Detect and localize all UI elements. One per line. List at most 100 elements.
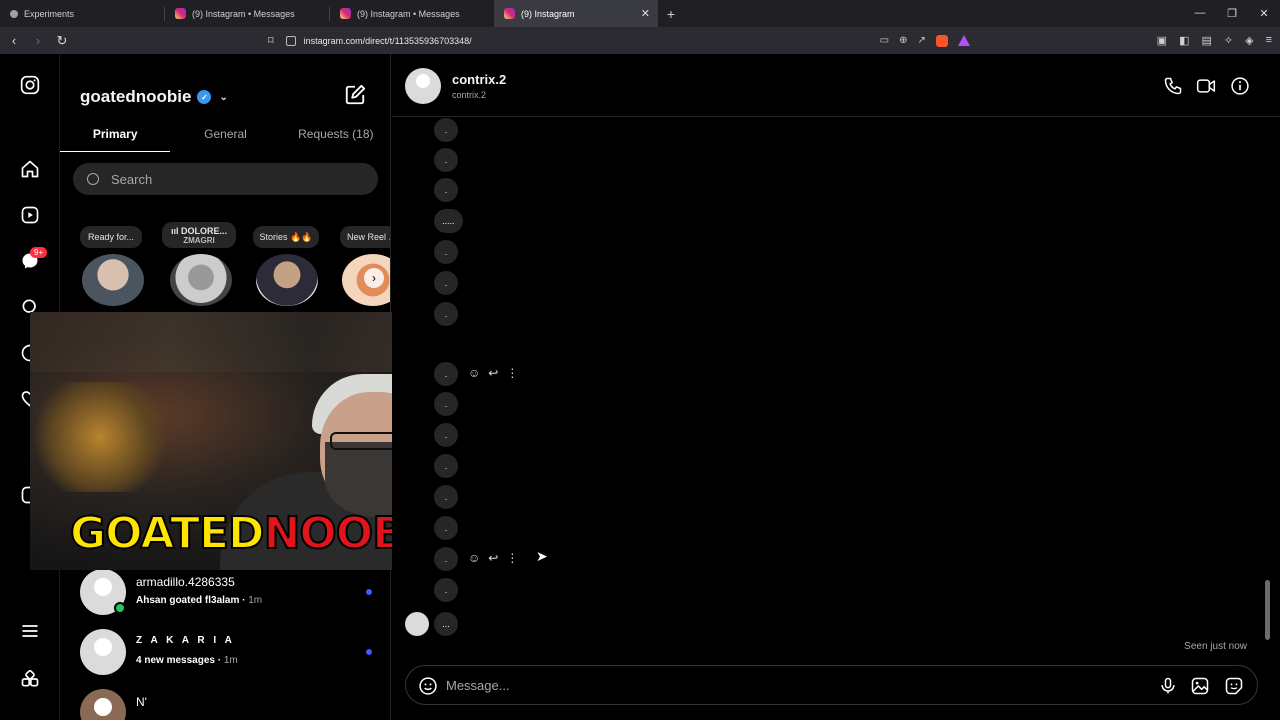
- avatar: [80, 629, 126, 675]
- browser-tab-bar: Experiments (9) Instagram • Messages (9)…: [0, 0, 1280, 27]
- message-bubble[interactable]: .: [434, 392, 458, 416]
- more-options-icon[interactable]: ⋮: [506, 366, 518, 380]
- message-bubble[interactable]: .: [434, 362, 458, 386]
- emoji-picker-icon[interactable]: [418, 676, 438, 696]
- reels-icon[interactable]: [19, 204, 41, 226]
- react-emoji-icon[interactable]: ☺: [468, 551, 480, 565]
- instagram-logo-icon[interactable]: [19, 74, 41, 96]
- reload-icon[interactable]: ↻: [52, 33, 72, 49]
- home-icon[interactable]: [19, 158, 41, 180]
- note-bubble[interactable]: New Reel ♪: [340, 226, 390, 248]
- message-bubble[interactable]: .: [434, 240, 458, 264]
- message-bubble[interactable]: .: [434, 302, 458, 326]
- search-bar[interactable]: [73, 163, 378, 195]
- browser-tab-messages-2[interactable]: (9) Instagram • Messages: [330, 0, 494, 27]
- avatar: [80, 689, 126, 720]
- note-avatar[interactable]: [82, 254, 144, 306]
- message-bubble[interactable]: .: [434, 516, 458, 540]
- seen-status: Seen just now: [1184, 641, 1247, 652]
- preview-time: 1m: [248, 595, 263, 606]
- conversation-name: N': [136, 695, 147, 709]
- message-bubble[interactable]: .: [434, 547, 458, 571]
- reply-icon[interactable]: ↩: [488, 551, 498, 565]
- screenshot-icon[interactable]: ▣: [1157, 34, 1167, 47]
- message-bubble[interactable]: .....: [434, 209, 463, 233]
- brave-shields-icon[interactable]: [935, 34, 948, 47]
- avatar[interactable]: [405, 612, 429, 636]
- note-avatar[interactable]: [170, 254, 232, 306]
- cast-icon[interactable]: ▭: [880, 35, 889, 47]
- chat-title[interactable]: contrix.2: [452, 72, 506, 87]
- typing-indicator: ...: [434, 612, 458, 636]
- message-composer: [405, 665, 1258, 705]
- browser-tab-messages-1[interactable]: (9) Instagram • Messages: [165, 0, 329, 27]
- browser-tab-instagram-active[interactable]: (9) Instagram ✕: [494, 0, 658, 27]
- experiments-icon: [10, 9, 18, 18]
- message-bubble[interactable]: .: [434, 118, 458, 142]
- forward-icon[interactable]: ›: [28, 33, 48, 48]
- sticker-icon[interactable]: [1224, 676, 1244, 696]
- message-bubble[interactable]: .: [434, 485, 458, 509]
- window-controls: — ❐ ✕: [1184, 7, 1280, 20]
- message-bubble[interactable]: .: [434, 148, 458, 172]
- bookmark-icon[interactable]: ⌑: [268, 34, 274, 47]
- video-call-icon[interactable]: [1196, 76, 1216, 96]
- close-tab-icon[interactable]: ✕: [641, 7, 650, 20]
- chat-scrollbar[interactable]: [1264, 120, 1272, 650]
- tab-general[interactable]: General: [170, 122, 280, 152]
- note-bubble[interactable]: Stories 🔥🔥: [253, 226, 319, 248]
- voice-message-icon[interactable]: [1158, 676, 1178, 696]
- message-input[interactable]: [446, 677, 1126, 693]
- message-bubble[interactable]: .: [434, 454, 458, 478]
- menu-icon[interactable]: ≡: [1266, 34, 1272, 47]
- message-bubble[interactable]: .: [434, 271, 458, 295]
- address-bar-actions: ▭ ⊕ ↗: [880, 34, 970, 47]
- note-avatar[interactable]: [256, 254, 318, 306]
- more-menu-icon[interactable]: [19, 620, 41, 642]
- conversation-info-icon[interactable]: [1230, 76, 1250, 96]
- zoom-icon[interactable]: ⊕: [899, 35, 907, 47]
- note-bubble[interactable]: ııl DOLORE... ZMAGRI: [162, 222, 236, 248]
- next-notes-icon[interactable]: ›: [364, 268, 384, 288]
- wallet-icon[interactable]: ▤: [1201, 34, 1211, 47]
- new-message-icon[interactable]: [344, 84, 366, 106]
- reply-icon[interactable]: ↩: [488, 366, 498, 380]
- window-close-icon[interactable]: ✕: [1248, 7, 1280, 20]
- react-emoji-icon[interactable]: ☺: [468, 366, 480, 380]
- back-icon[interactable]: ‹: [4, 33, 24, 48]
- also-from-meta-icon[interactable]: [19, 668, 41, 690]
- conversation-name: armadillo.4286335: [136, 575, 235, 589]
- tab-primary[interactable]: Primary: [60, 122, 171, 152]
- instagram-favicon-icon: [340, 8, 351, 19]
- verified-badge-icon: ✓: [197, 90, 212, 104]
- minimize-icon[interactable]: —: [1184, 7, 1216, 20]
- online-status-icon: [114, 602, 126, 614]
- tab-title: Experiments: [24, 8, 75, 19]
- search-input[interactable]: [111, 171, 351, 187]
- conversation-item[interactable]: N': [80, 689, 380, 720]
- add-photo-icon[interactable]: [1190, 676, 1210, 696]
- message-bubble[interactable]: .: [434, 423, 458, 447]
- restore-icon[interactable]: ❐: [1216, 7, 1248, 20]
- scrollbar-thumb[interactable]: [1265, 580, 1270, 640]
- message-bubble[interactable]: .: [434, 578, 458, 602]
- background-shelf: [30, 312, 451, 372]
- audio-call-icon[interactable]: [1163, 76, 1183, 96]
- conversation-item[interactable]: Z A K A R I A 4 new messages · 1m: [80, 629, 380, 679]
- share-icon[interactable]: ↗: [918, 35, 926, 47]
- vpn-icon[interactable]: ◈: [1245, 34, 1253, 47]
- brave-rewards-icon[interactable]: [957, 34, 970, 46]
- message-bubble[interactable]: .: [434, 178, 458, 202]
- browser-tab-experiments[interactable]: Experiments: [0, 0, 164, 27]
- avatar[interactable]: [405, 68, 441, 104]
- site-info-icon[interactable]: [285, 35, 296, 46]
- sidebar-icon[interactable]: ◧: [1179, 34, 1189, 47]
- leo-ai-icon[interactable]: ✧: [1224, 34, 1233, 47]
- conversation-item[interactable]: armadillo.4286335 Ahsan goated fl3alam ·…: [80, 569, 380, 619]
- note-bubble[interactable]: Ready for...: [80, 226, 142, 248]
- more-options-icon[interactable]: ⋮: [506, 551, 518, 565]
- search-icon: [87, 173, 99, 185]
- tab-requests[interactable]: Requests (18): [281, 122, 390, 152]
- account-switcher[interactable]: goatednoobie ✓ ⌄: [80, 87, 228, 107]
- new-tab-button[interactable]: +: [658, 6, 684, 22]
